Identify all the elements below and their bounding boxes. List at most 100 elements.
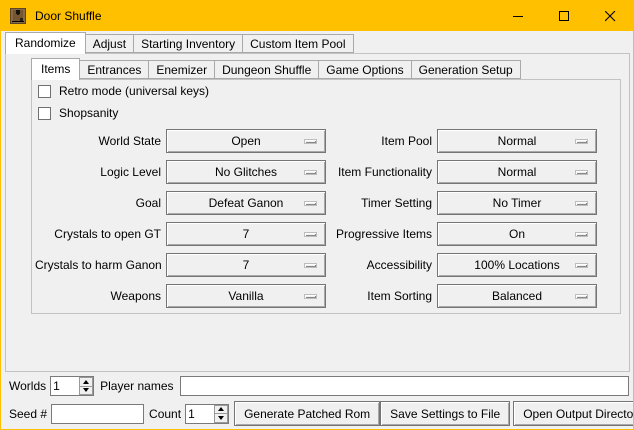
dropdown-indicator-icon: [575, 170, 588, 175]
sub-tab-bar: Items Entrances Enemizer Dungeon Shuffle…: [31, 58, 520, 80]
timer-setting-label: Timer Setting: [335, 196, 432, 210]
subtab-generation-setup[interactable]: Generation Setup: [411, 60, 521, 79]
item-sorting-dropdown[interactable]: Balanced: [437, 284, 597, 308]
dropdown-indicator-icon: [304, 263, 317, 268]
dropdown-indicator-icon: [575, 294, 588, 299]
spin-up-icon: [83, 380, 89, 384]
dropdown-indicator-icon: [575, 139, 588, 144]
tab-adjust[interactable]: Adjust: [85, 34, 134, 53]
dropdown-value: Normal: [498, 161, 537, 183]
dropdown-indicator-icon: [575, 263, 588, 268]
dropdown-value: Normal: [498, 130, 537, 152]
app-door-icon: [10, 8, 26, 24]
crystals-open-gt-dropdown[interactable]: 7: [166, 222, 326, 246]
door-shuffle-window: Door Shuffle Randomize Adjust Starting I…: [0, 0, 634, 430]
dropdown-value: No Glitches: [215, 161, 277, 183]
save-settings-button[interactable]: Save Settings to File: [380, 401, 510, 426]
generate-patched-rom-button[interactable]: Generate Patched Rom: [234, 401, 380, 426]
close-button[interactable]: [587, 1, 633, 31]
subtab-enemizer[interactable]: Enemizer: [148, 60, 215, 79]
dropdown-value: Balanced: [492, 285, 542, 307]
spin-down-button[interactable]: [214, 414, 228, 423]
spin-down-icon: [218, 416, 224, 420]
count-label: Count: [149, 407, 181, 421]
dropdown-indicator-icon: [304, 294, 317, 299]
timer-setting-dropdown[interactable]: No Timer: [437, 191, 597, 215]
minimize-button[interactable]: [495, 1, 541, 31]
worlds-spinbox[interactable]: [50, 376, 94, 396]
dropdown-indicator-icon: [304, 232, 317, 237]
spin-up-button[interactable]: [214, 405, 228, 415]
world-state-dropdown[interactable]: Open: [166, 129, 326, 153]
dropdown-value: No Timer: [493, 192, 542, 214]
logic-level-label: Logic Level: [35, 165, 161, 179]
dropdown-indicator-icon: [575, 232, 588, 237]
world-state-label: World State: [35, 134, 161, 148]
subtab-items[interactable]: Items: [31, 58, 80, 80]
goal-dropdown[interactable]: Defeat Ganon: [166, 191, 326, 215]
dropdown-value: Open: [231, 130, 260, 152]
worlds-row: Worlds Player names: [9, 376, 629, 396]
window-title: Door Shuffle: [35, 9, 102, 23]
checkbox-icon: [38, 107, 51, 120]
goal-label: Goal: [35, 196, 161, 210]
shopsanity-checkbox[interactable]: Shopsanity: [38, 106, 118, 120]
dropdown-value: Vanilla: [228, 285, 263, 307]
dropdown-indicator-icon: [304, 139, 317, 144]
tab-custom-item-pool[interactable]: Custom Item Pool: [242, 34, 353, 53]
retro-mode-checkbox[interactable]: Retro mode (universal keys): [38, 84, 209, 98]
maximize-button[interactable]: [541, 1, 587, 31]
subtab-entrances[interactable]: Entrances: [79, 60, 149, 79]
worlds-label: Worlds: [9, 379, 46, 393]
item-pool-label: Item Pool: [335, 134, 432, 148]
retro-mode-label: Retro mode (universal keys): [59, 84, 209, 98]
accessibility-dropdown[interactable]: 100% Locations: [437, 253, 597, 277]
dropdown-value: On: [509, 223, 525, 245]
seed-row: Seed # Count Generate Patched Rom Save S…: [9, 401, 629, 426]
left-option-column: World State Open Logic Level No Glitches…: [35, 129, 326, 308]
dropdown-indicator-icon: [575, 201, 588, 206]
open-output-directory-button[interactable]: Open Output Directory: [513, 401, 634, 426]
crystals-harm-ganon-dropdown[interactable]: 7: [166, 253, 326, 277]
spin-up-button[interactable]: [79, 377, 93, 387]
title-bar: Door Shuffle: [1, 1, 633, 31]
seed-input[interactable]: [51, 404, 144, 424]
count-spin-arrows: [214, 405, 228, 423]
weapons-dropdown[interactable]: Vanilla: [166, 284, 326, 308]
item-sorting-label: Item Sorting: [335, 289, 432, 303]
worlds-input[interactable]: [51, 377, 79, 395]
item-pool-dropdown[interactable]: Normal: [437, 129, 597, 153]
subtab-game-options[interactable]: Game Options: [318, 60, 411, 79]
checkbox-icon: [38, 85, 51, 98]
main-tab-bar: Randomize Adjust Starting Inventory Cust…: [5, 32, 353, 54]
dropdown-value: Defeat Ganon: [209, 192, 284, 214]
progressive-items-dropdown[interactable]: On: [437, 222, 597, 246]
dropdown-indicator-icon: [304, 201, 317, 206]
dropdown-value: 7: [243, 254, 250, 276]
item-functionality-dropdown[interactable]: Normal: [437, 160, 597, 184]
right-option-column: Item Pool Normal Item Functionality Norm…: [335, 129, 597, 308]
dropdown-value: 100% Locations: [474, 254, 559, 276]
subtab-dungeon-shuffle[interactable]: Dungeon Shuffle: [214, 60, 319, 79]
tab-starting-inventory[interactable]: Starting Inventory: [133, 34, 243, 53]
spin-down-icon: [83, 388, 89, 392]
player-names-label: Player names: [100, 379, 173, 393]
shopsanity-label: Shopsanity: [59, 106, 118, 120]
progressive-items-label: Progressive Items: [335, 227, 432, 241]
items-pane: Retro mode (universal keys) Shopsanity W…: [31, 79, 621, 314]
logic-level-dropdown[interactable]: No Glitches: [166, 160, 326, 184]
player-names-input[interactable]: [180, 376, 630, 396]
tab-randomize[interactable]: Randomize: [5, 32, 86, 54]
crystals-open-gt-label: Crystals to open GT: [35, 227, 161, 241]
spin-down-button[interactable]: [79, 387, 93, 396]
accessibility-label: Accessibility: [335, 258, 432, 272]
weapons-label: Weapons: [35, 289, 161, 303]
count-input[interactable]: [186, 405, 214, 423]
crystals-harm-ganon-label: Crystals to harm Ganon: [35, 258, 161, 272]
count-spinbox[interactable]: [185, 404, 229, 424]
seed-label: Seed #: [9, 407, 47, 421]
item-functionality-label: Item Functionality: [335, 165, 432, 179]
dropdown-value: 7: [243, 223, 250, 245]
dropdown-indicator-icon: [304, 170, 317, 175]
spin-up-icon: [218, 407, 224, 411]
